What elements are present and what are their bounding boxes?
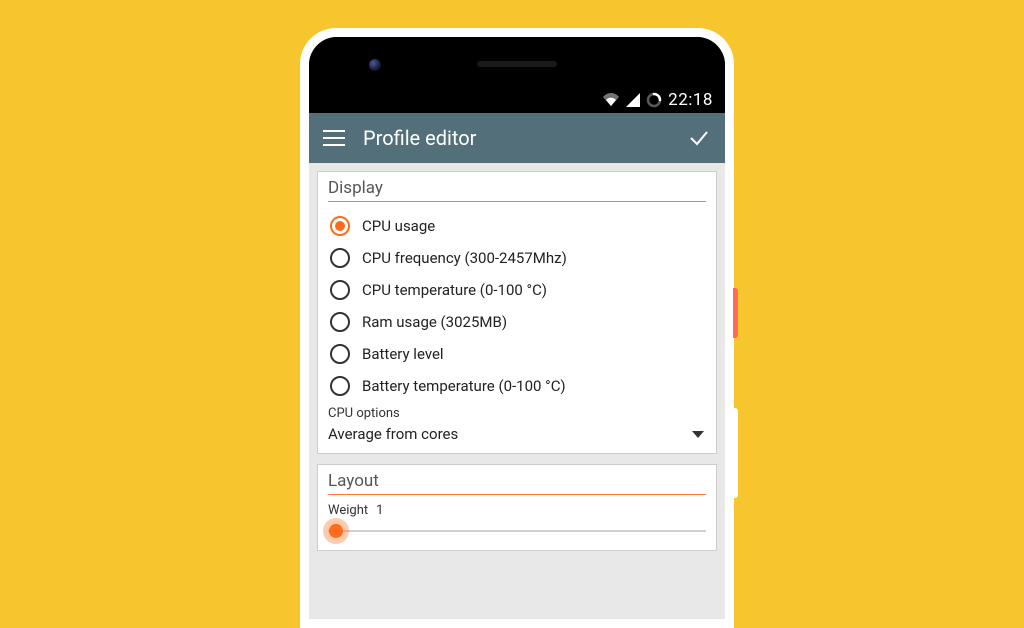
cpu-options-label: CPU options [328, 406, 706, 421]
radio-icon [330, 344, 350, 364]
cpu-options-dropdown[interactable]: Average from cores [328, 421, 706, 445]
status-bar: 22:18 [309, 87, 725, 113]
app-bar-title: Profile editor [363, 126, 669, 150]
display-option-label: CPU temperature (0-100 °C) [362, 281, 547, 299]
display-option[interactable]: CPU temperature (0-100 °C) [328, 274, 706, 306]
wifi-icon [602, 93, 620, 107]
display-option-label: CPU usage [362, 217, 435, 235]
slider-track [328, 530, 706, 532]
display-option-label: Battery temperature (0-100 °C) [362, 377, 566, 395]
action-bar: Profile editor [309, 113, 725, 163]
front-camera [369, 59, 381, 71]
weight-row: Weight 1 [328, 503, 706, 518]
radio-icon [330, 248, 350, 268]
display-option[interactable]: CPU usage [328, 210, 706, 242]
radio-icon [330, 216, 350, 236]
content-area: Display CPU usage CPU frequency (300-2457… [309, 163, 725, 619]
display-option[interactable]: Ram usage (3025MB) [328, 306, 706, 338]
display-option[interactable]: Battery temperature (0-100 °C) [328, 370, 706, 402]
status-time: 22:18 [668, 90, 713, 110]
radio-icon [330, 376, 350, 396]
volume-button [733, 408, 738, 498]
radio-icon [330, 280, 350, 300]
confirm-icon[interactable] [687, 126, 711, 150]
display-section: Display CPU usage CPU frequency (300-2457… [317, 171, 717, 454]
chevron-down-icon [692, 431, 704, 438]
layout-section-header: Layout [328, 471, 706, 495]
screen: 22:18 Profile editor Display CPU usage CP… [309, 37, 725, 619]
loading-icon [646, 92, 662, 108]
display-section-header: Display [328, 178, 706, 202]
slider-thumb[interactable] [323, 518, 349, 544]
power-button [733, 288, 738, 338]
cpu-options-value: Average from cores [328, 425, 458, 443]
radio-icon [330, 312, 350, 332]
display-option-label: CPU frequency (300-2457Mhz) [362, 249, 567, 267]
menu-icon[interactable] [323, 130, 345, 146]
display-option[interactable]: Battery level [328, 338, 706, 370]
weight-label: Weight [328, 503, 368, 518]
weight-slider[interactable] [328, 520, 706, 542]
phone-bezel-top [309, 37, 725, 87]
display-option[interactable]: CPU frequency (300-2457Mhz) [328, 242, 706, 274]
display-option-label: Battery level [362, 345, 444, 363]
speaker-grille [477, 61, 557, 67]
weight-value: 1 [376, 503, 383, 518]
display-option-label: Ram usage (3025MB) [362, 313, 507, 331]
layout-section: Layout Weight 1 [317, 464, 717, 551]
phone-frame: 22:18 Profile editor Display CPU usage CP… [300, 28, 734, 628]
cellular-icon [626, 93, 640, 107]
